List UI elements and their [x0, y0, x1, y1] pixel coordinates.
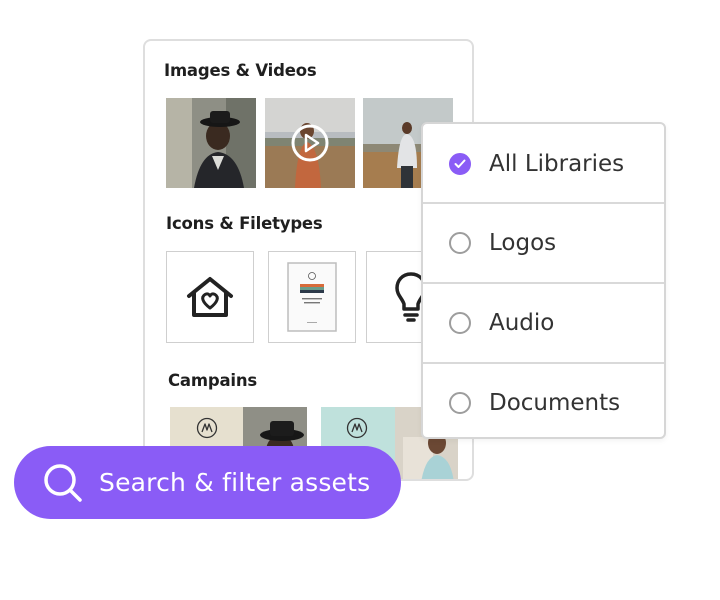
- video-thumbnail-field[interactable]: [265, 98, 355, 188]
- filter-option-audio[interactable]: Audio: [423, 282, 664, 362]
- section-title-campaigns: Campains: [168, 371, 258, 390]
- filter-option-documents[interactable]: Documents: [423, 362, 664, 437]
- filter-option-logos[interactable]: Logos: [423, 202, 664, 282]
- filter-option-label: Documents: [489, 390, 621, 416]
- filter-option-all-libraries[interactable]: All Libraries: [423, 124, 664, 204]
- checked-radio-icon[interactable]: [449, 153, 471, 175]
- library-filter-dropdown: All Libraries Logos Audio Documents: [421, 122, 666, 439]
- search-icon: [42, 462, 84, 504]
- house-heart-tile[interactable]: [166, 251, 254, 343]
- brand-m-icon: [346, 417, 368, 439]
- radio-icon[interactable]: [449, 232, 471, 254]
- document-thumbnail: [287, 262, 337, 332]
- document-tile[interactable]: [268, 251, 356, 343]
- image-thumbnail-portrait[interactable]: [166, 98, 256, 188]
- filter-option-label: All Libraries: [489, 151, 625, 177]
- filter-option-label: Audio: [489, 310, 555, 336]
- search-filter-button[interactable]: Search & filter assets: [14, 446, 401, 519]
- house-heart-icon: [187, 277, 233, 317]
- brand-m-icon: [196, 417, 218, 439]
- radio-icon[interactable]: [449, 392, 471, 414]
- section-title-icons-filetypes: Icons & Filetypes: [166, 214, 323, 233]
- radio-icon[interactable]: [449, 312, 471, 334]
- search-label: Search & filter assets: [99, 468, 371, 497]
- filter-option-label: Logos: [489, 230, 557, 256]
- section-title-images-videos: Images & Videos: [164, 61, 317, 80]
- play-icon[interactable]: [290, 123, 330, 163]
